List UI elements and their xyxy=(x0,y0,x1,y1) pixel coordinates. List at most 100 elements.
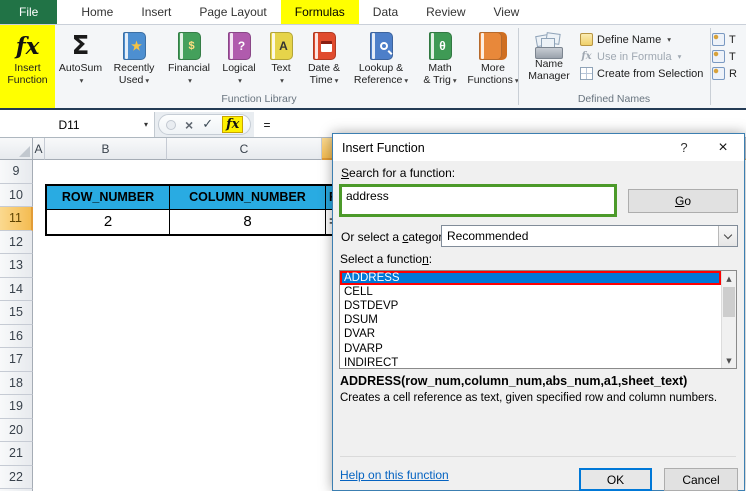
search-function-label: Search for a function: xyxy=(341,166,456,180)
remove-arrows-button[interactable]: R xyxy=(712,65,746,82)
autosum-button[interactable]: Σ AutoSum ▾ xyxy=(55,25,106,91)
trace-precedents-button[interactable]: T xyxy=(712,31,746,48)
row-header[interactable]: 18 xyxy=(0,371,33,395)
function-list-item[interactable]: DSUM xyxy=(340,313,721,327)
chevron-down-icon: ▾ xyxy=(238,75,242,85)
tab-home[interactable]: Home xyxy=(67,0,127,24)
trace-dependents-button[interactable]: T xyxy=(712,48,746,65)
formula-bar-buttons: × ✓ fx xyxy=(158,114,252,135)
row-header[interactable]: 13 xyxy=(0,254,33,278)
search-function-box xyxy=(339,184,617,217)
function-list-item-selected[interactable]: ADDRESS xyxy=(340,271,721,286)
row-header[interactable]: 20 xyxy=(0,418,33,442)
tab-page-layout[interactable]: Page Layout xyxy=(185,0,280,24)
category-dropdown-button[interactable] xyxy=(718,226,737,246)
row-header[interactable]: 22 xyxy=(0,465,33,489)
chevron-down-icon: ▾ xyxy=(188,75,192,85)
row-header[interactable]: 21 xyxy=(0,442,33,466)
help-on-function-link[interactable]: Help on this function xyxy=(340,468,449,482)
function-list-item[interactable]: DSTDEVP xyxy=(340,299,721,313)
insert-function-label: Insert xyxy=(14,62,41,74)
function-signature: ADDRESS(row_num,column_num,abs_num,a1,sh… xyxy=(340,374,688,388)
create-from-selection-button[interactable]: Create from Selection xyxy=(580,65,703,82)
use-in-formula-button[interactable]: fx Use in Formula ▾ xyxy=(580,48,703,65)
date-time-button[interactable]: Date & Time ▾ xyxy=(300,25,348,91)
scroll-down-button[interactable]: ▼ xyxy=(722,353,736,368)
tab-insert[interactable]: Insert xyxy=(127,0,185,24)
row-header[interactable]: 16 xyxy=(0,324,33,348)
row-header[interactable]: 10 xyxy=(0,183,33,207)
cancel-button[interactable]: Cancel xyxy=(664,468,738,491)
tab-review[interactable]: Review xyxy=(412,0,479,24)
cell-c10[interactable]: COLUMN_NUMBER xyxy=(170,185,325,209)
chevron-down-icon: ▾ xyxy=(334,75,339,85)
name-box[interactable]: D11 xyxy=(0,112,138,137)
dialog-close-button[interactable]: × xyxy=(702,134,744,161)
cancel-entry-button[interactable]: × xyxy=(185,118,193,132)
chevron-down-icon: ▾ xyxy=(280,75,284,85)
row-header[interactable]: 19 xyxy=(0,395,33,419)
category-dropdown[interactable]: Recommended xyxy=(441,225,738,247)
scroll-up-button[interactable]: ▲ xyxy=(722,271,736,286)
row-header[interactable]: 17 xyxy=(0,348,33,372)
cell-b11[interactable]: 2 xyxy=(47,210,169,234)
search-function-input[interactable] xyxy=(342,187,614,214)
scrollbar-thumb[interactable] xyxy=(723,287,735,317)
enter-entry-button[interactable]: ✓ xyxy=(202,117,213,132)
collapse-circle-icon xyxy=(166,119,176,130)
insert-function-dialog: Insert Function ? × Search for a functio… xyxy=(332,133,745,491)
cell-b10[interactable]: ROW_NUMBER xyxy=(47,185,169,209)
function-list-item[interactable]: INDIRECT xyxy=(340,356,721,370)
row-header[interactable]: 12 xyxy=(0,230,33,254)
calendar-icon xyxy=(321,40,332,52)
recently-used-button[interactable]: ★ Recently Used ▾ xyxy=(106,25,162,91)
insert-function-fx-button[interactable]: fx xyxy=(222,116,244,133)
function-listbox: ADDRESS CELL DSTDEVP DSUM DVAR DVARP IND… xyxy=(339,270,737,369)
logical-button[interactable]: ? Logical ▾ xyxy=(216,25,262,91)
row-header-selected[interactable]: 11 xyxy=(0,207,33,231)
math-book-icon: θ xyxy=(428,32,452,60)
column-header-a[interactable]: A xyxy=(33,138,45,160)
tab-view[interactable]: View xyxy=(480,0,534,24)
function-list-item[interactable]: CELL xyxy=(340,285,721,299)
define-name-button[interactable]: Define Name ▾ xyxy=(580,31,703,48)
financial-book-icon: $ xyxy=(177,32,201,60)
select-all-corner[interactable] xyxy=(0,138,33,160)
math-trig-button[interactable]: θ Math & Trig ▾ xyxy=(414,25,466,91)
chevron-down-icon: ▾ xyxy=(404,75,409,85)
lookup-book-icon xyxy=(369,32,393,60)
name-manager-icon xyxy=(534,32,564,59)
magnifier-icon xyxy=(379,42,388,50)
tab-file[interactable]: File xyxy=(0,0,58,24)
chevron-down-icon: ▾ xyxy=(79,75,84,85)
row-header[interactable]: 14 xyxy=(0,277,33,301)
function-list-item[interactable]: DVAR xyxy=(340,327,721,341)
tab-formulas[interactable]: Formulas xyxy=(280,0,359,24)
row-header[interactable]: 9 xyxy=(0,160,33,184)
chevron-down-icon: ▾ xyxy=(145,75,150,85)
row-headers: 9 10 11 12 13 14 15 16 17 18 19 20 21 22… xyxy=(0,160,33,491)
cell-c11[interactable]: 8 xyxy=(170,210,325,234)
tab-data[interactable]: Data xyxy=(359,0,412,24)
financial-button[interactable]: $ Financial ▾ xyxy=(162,25,216,91)
fx-icon: fx xyxy=(15,32,40,60)
formula-auditing-group-partial: T T R xyxy=(712,31,746,82)
lookup-reference-button[interactable]: Lookup & Reference ▾ xyxy=(348,25,414,91)
function-list-item[interactable]: DVARP xyxy=(340,341,721,355)
go-button[interactable]: Go xyxy=(628,189,738,213)
ok-button[interactable]: OK xyxy=(579,468,652,491)
row-header[interactable]: 15 xyxy=(0,301,33,325)
chevron-down-icon: ▾ xyxy=(452,75,457,85)
column-header-c[interactable]: C xyxy=(167,138,322,160)
column-header-b[interactable]: B xyxy=(45,138,167,160)
text-button[interactable]: A Text ▾ xyxy=(262,25,300,91)
use-in-formula-icon: fx xyxy=(581,51,592,62)
select-all-triangle-icon xyxy=(19,146,30,157)
dialog-help-button[interactable]: ? xyxy=(668,134,700,161)
listbox-scrollbar[interactable]: ▲ ▼ xyxy=(721,271,736,368)
name-box-dropdown[interactable]: ▾ xyxy=(138,112,155,137)
dialog-title: Insert Function xyxy=(342,140,425,155)
more-functions-button[interactable]: More Functions ▾ xyxy=(466,25,520,91)
define-name-icon xyxy=(580,33,593,46)
select-function-label: Select a function: xyxy=(340,252,433,266)
